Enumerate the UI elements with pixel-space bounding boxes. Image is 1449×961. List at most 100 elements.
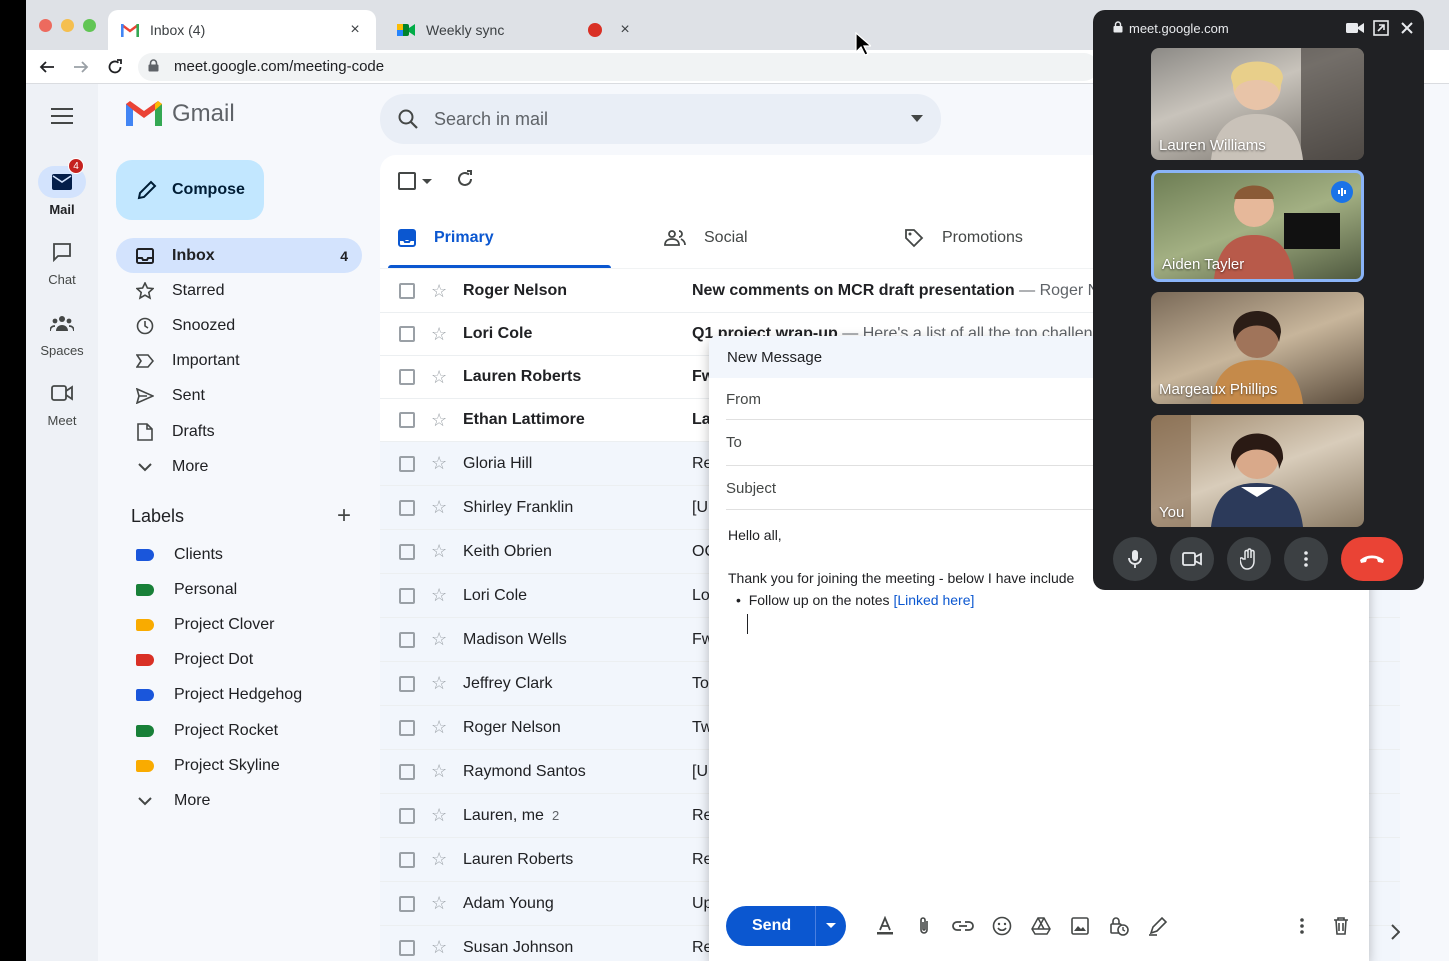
chevron-right-icon[interactable] xyxy=(1390,920,1401,946)
search-bar[interactable]: Search in mail xyxy=(380,94,941,144)
nav-item-drafts[interactable]: Drafts xyxy=(116,414,362,449)
close-tab-icon[interactable]: × xyxy=(346,21,364,39)
email-checkbox[interactable] xyxy=(399,326,415,342)
participant-tile[interactable]: Margeaux Phillips xyxy=(1151,292,1364,404)
raise-hand-button[interactable] xyxy=(1227,537,1271,581)
star-icon[interactable]: ☆ xyxy=(431,324,451,345)
email-checkbox[interactable] xyxy=(399,455,415,472)
email-checkbox[interactable] xyxy=(399,543,415,560)
confidential-mode-icon[interactable] xyxy=(1104,911,1134,941)
signature-icon[interactable] xyxy=(1143,911,1173,941)
nav-item-inbox[interactable]: Inbox 4 xyxy=(116,238,362,274)
close-window-button[interactable] xyxy=(39,19,52,32)
select-dropdown-icon[interactable] xyxy=(422,172,432,190)
insert-link-icon[interactable] xyxy=(948,911,978,941)
email-checkbox[interactable] xyxy=(399,283,415,299)
close-tab-icon[interactable]: × xyxy=(616,21,634,39)
label-item[interactable]: Project Hedgehog xyxy=(116,678,362,713)
nav-item-more[interactable]: More xyxy=(116,449,362,484)
email-checkbox[interactable] xyxy=(399,763,415,780)
star-icon[interactable]: ☆ xyxy=(431,805,451,826)
more-options-button[interactable] xyxy=(1284,537,1328,581)
tab-primary[interactable]: Primary xyxy=(398,207,494,269)
star-icon[interactable]: ☆ xyxy=(431,541,451,562)
close-pip-icon[interactable] xyxy=(1394,22,1420,34)
star-icon[interactable]: ☆ xyxy=(431,849,451,870)
delete-draft-icon[interactable] xyxy=(1326,911,1356,941)
minimize-window-button[interactable] xyxy=(61,19,74,32)
drive-icon[interactable] xyxy=(1026,911,1056,941)
text-format-icon[interactable] xyxy=(870,911,900,941)
refresh-icon[interactable] xyxy=(456,169,474,193)
emoji-icon[interactable] xyxy=(987,911,1017,941)
email-checkbox[interactable] xyxy=(399,369,415,385)
participant-tile-active-speaker[interactable]: Aiden Tayler xyxy=(1151,170,1364,282)
return-to-tab-icon[interactable] xyxy=(1368,20,1394,36)
rail-item-mail[interactable]: 4 Mail xyxy=(26,158,98,217)
email-checkbox[interactable] xyxy=(399,587,415,604)
tab-social[interactable]: Social xyxy=(664,207,748,269)
reload-icon[interactable] xyxy=(98,53,132,81)
star-icon[interactable]: ☆ xyxy=(431,367,451,388)
attach-file-icon[interactable] xyxy=(909,911,939,941)
nav-item-starred[interactable]: Starred xyxy=(116,273,362,308)
label-item[interactable]: Project Rocket xyxy=(116,713,362,748)
rail-item-spaces[interactable]: Spaces xyxy=(26,307,98,358)
tab-weekly-sync[interactable]: Weekly sync × xyxy=(384,10,646,50)
email-checkbox[interactable] xyxy=(399,939,415,956)
email-checkbox[interactable] xyxy=(399,412,415,428)
microphone-button[interactable] xyxy=(1113,537,1157,581)
nav-item-sent[interactable]: Sent xyxy=(116,379,362,414)
label-item[interactable]: Personal xyxy=(116,572,362,607)
send-button[interactable]: Send xyxy=(726,906,847,946)
email-checkbox[interactable] xyxy=(399,851,415,868)
address-bar[interactable]: meet.google.com/meeting-code xyxy=(138,52,1098,81)
back-icon[interactable] xyxy=(30,53,64,81)
camera-icon[interactable] xyxy=(1342,22,1368,34)
email-checkbox[interactable] xyxy=(399,631,415,648)
hamburger-menu-icon[interactable] xyxy=(26,108,98,127)
insert-photo-icon[interactable] xyxy=(1065,911,1095,941)
email-checkbox[interactable] xyxy=(399,895,415,912)
rail-item-meet[interactable]: Meet xyxy=(26,377,98,428)
tab-inbox[interactable]: Inbox (4) × xyxy=(108,10,376,50)
star-icon[interactable]: ☆ xyxy=(431,585,451,606)
email-checkbox[interactable] xyxy=(399,499,415,516)
star-icon[interactable]: ☆ xyxy=(431,629,451,650)
notes-link[interactable]: [Linked here] xyxy=(893,592,974,608)
search-options-icon[interactable] xyxy=(911,115,923,123)
nav-item-important[interactable]: Important xyxy=(116,344,362,379)
leave-call-button[interactable] xyxy=(1341,537,1403,581)
label-item[interactable]: Clients xyxy=(116,537,362,572)
email-checkbox[interactable] xyxy=(399,719,415,736)
compose-button[interactable]: Compose xyxy=(116,160,264,220)
star-icon[interactable]: ☆ xyxy=(431,673,451,694)
labels-more[interactable]: More xyxy=(116,783,362,818)
star-icon[interactable]: ☆ xyxy=(431,453,451,474)
rail-item-chat[interactable]: Chat xyxy=(26,236,98,287)
participant-tile-self[interactable]: You xyxy=(1151,415,1364,527)
email-checkbox[interactable] xyxy=(399,807,415,824)
gmail-logo[interactable]: Gmail xyxy=(126,100,235,128)
nav-item-snoozed[interactable]: Snoozed xyxy=(116,308,362,343)
maximize-window-button[interactable] xyxy=(83,19,96,32)
more-options-icon[interactable] xyxy=(1287,911,1317,941)
tab-promotions[interactable]: Promotions xyxy=(904,207,1023,269)
star-icon[interactable]: ☆ xyxy=(431,761,451,782)
star-icon[interactable]: ☆ xyxy=(431,893,451,914)
star-icon[interactable]: ☆ xyxy=(431,497,451,518)
email-checkbox[interactable] xyxy=(399,675,415,692)
star-icon[interactable]: ☆ xyxy=(431,410,451,431)
star-icon[interactable]: ☆ xyxy=(431,937,451,958)
star-icon[interactable]: ☆ xyxy=(431,717,451,738)
search-input[interactable]: Search in mail xyxy=(434,109,911,130)
participant-tile[interactable]: Lauren Williams xyxy=(1151,48,1364,160)
forward-icon[interactable] xyxy=(64,53,98,81)
add-label-icon[interactable]: + xyxy=(337,502,351,530)
schedule-send-dropdown-icon[interactable] xyxy=(816,906,846,946)
label-item[interactable]: Project Dot xyxy=(116,643,362,678)
select-all-checkbox[interactable] xyxy=(398,172,416,190)
label-item[interactable]: Project Clover xyxy=(116,607,362,642)
label-item[interactable]: Project Skyline xyxy=(116,748,362,783)
camera-button[interactable] xyxy=(1170,537,1214,581)
